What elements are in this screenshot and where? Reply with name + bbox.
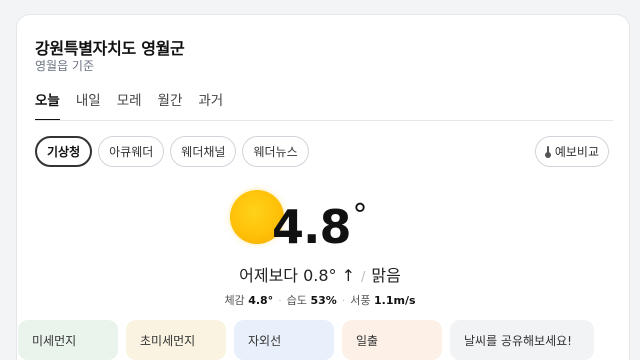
feels-value: 4.8° bbox=[248, 294, 274, 307]
vs-yesterday: 어제보다 0.8° ↑ bbox=[239, 266, 356, 285]
info-cards: 미세먼지 초미세먼지 자외선 일출 날씨를 공유해보세요! bbox=[18, 320, 594, 360]
tab-monthly[interactable]: 월간 bbox=[158, 89, 183, 119]
temperature-unit: ° bbox=[352, 198, 368, 233]
weather-card: 강원특별자치도 영월군 영월읍 기준 오늘 내일 모레 월간 과거 기상청 아큐… bbox=[16, 14, 630, 360]
weather-details: 체감 4.8° · 습도 53% · 서풍 1.1m/s bbox=[224, 294, 416, 307]
source-kma-chip[interactable]: 기상청 bbox=[35, 136, 93, 167]
temperature-value: 4.8 bbox=[272, 200, 351, 254]
forecast-compare-label: 예보비교 bbox=[554, 145, 599, 159]
tabs-divider bbox=[35, 120, 613, 121]
thermometer-icon bbox=[544, 145, 551, 158]
source-accuweather-chip[interactable]: 아큐웨더 bbox=[98, 136, 165, 167]
feels-label: 체감 bbox=[224, 294, 245, 307]
tab-today[interactable]: 오늘 bbox=[35, 89, 60, 121]
uv-card[interactable]: 자외선 bbox=[234, 320, 334, 360]
tab-past[interactable]: 과거 bbox=[198, 89, 223, 119]
source-weatherchannel-chip[interactable]: 웨더채널 bbox=[170, 136, 237, 167]
tab-tomorrow[interactable]: 내일 bbox=[76, 89, 101, 119]
summary-separator: / bbox=[361, 270, 366, 285]
weather-summary: 어제보다 0.8° ↑ / 맑음 bbox=[0, 262, 640, 286]
location-title: 강원특별자치도 영월군 bbox=[35, 39, 185, 58]
current-temperature: 4.8° bbox=[272, 188, 368, 255]
location-basis: 영월읍 기준 bbox=[35, 59, 95, 73]
source-weathernews-chip[interactable]: 웨더뉴스 bbox=[242, 136, 309, 167]
tab-day-after[interactable]: 모레 bbox=[117, 89, 142, 119]
forecast-compare-button[interactable]: 예보비교 bbox=[534, 136, 609, 167]
share-weather-button[interactable]: 날씨를 공유해보세요! bbox=[450, 320, 594, 360]
wind-label: 서풍 bbox=[350, 294, 371, 307]
humidity-value: 53% bbox=[310, 294, 337, 307]
humidity-label: 습도 bbox=[286, 294, 307, 307]
fine-dust-card[interactable]: 미세먼지 bbox=[18, 320, 118, 360]
wind-value: 1.1m/s bbox=[374, 294, 416, 307]
sunrise-card[interactable]: 일출 bbox=[342, 320, 442, 360]
day-tabs: 오늘 내일 모레 월간 과거 bbox=[35, 89, 223, 121]
source-chips: 기상청 아큐웨더 웨더채널 웨더뉴스 bbox=[35, 136, 309, 167]
weather-condition: 맑음 bbox=[371, 266, 401, 285]
ultrafine-dust-card[interactable]: 초미세먼지 bbox=[126, 320, 226, 360]
